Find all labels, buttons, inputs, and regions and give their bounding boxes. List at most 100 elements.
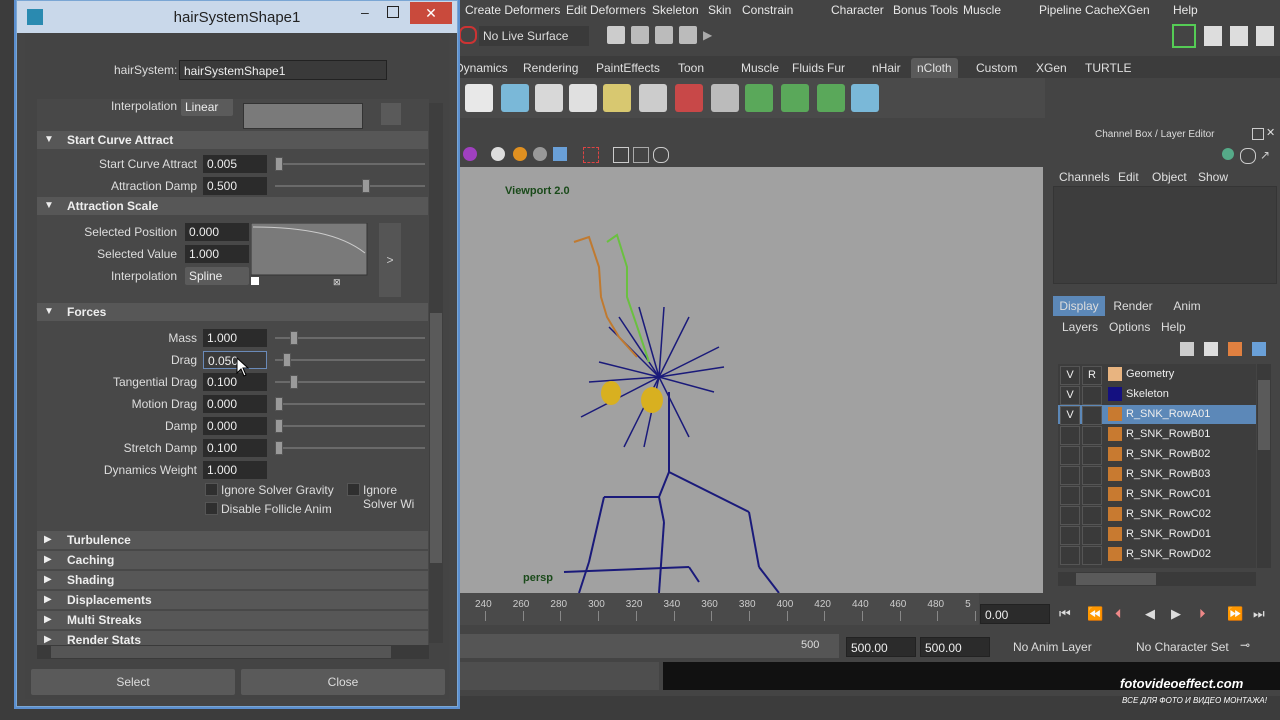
layer-menu-layers[interactable]: Layers bbox=[1062, 320, 1098, 334]
ramp-expand-button[interactable]: > bbox=[379, 223, 401, 297]
layer-hscroll-thumb[interactable] bbox=[1076, 573, 1156, 585]
menu-help[interactable]: Help bbox=[1173, 3, 1198, 17]
shelf-tab-fur[interactable]: Fur bbox=[827, 61, 845, 75]
menu-skeleton[interactable]: Skeleton bbox=[652, 3, 699, 17]
select-button[interactable]: Select bbox=[31, 669, 235, 695]
layer-list-scrollbar[interactable] bbox=[1257, 364, 1271, 568]
shelf-tab-turtle[interactable]: TURTLE bbox=[1085, 61, 1131, 75]
section-shading[interactable]: ▶ Shading bbox=[37, 571, 428, 589]
layer-visibility-toggle[interactable] bbox=[1060, 446, 1080, 465]
force-slider-knob[interactable] bbox=[282, 353, 291, 367]
layer-reference-toggle[interactable] bbox=[1082, 446, 1102, 465]
grid-icon[interactable] bbox=[633, 147, 649, 163]
force-slider-knob[interactable] bbox=[290, 375, 298, 389]
channel-box-icon[interactable] bbox=[1256, 26, 1274, 46]
ae-scroll-thumb[interactable] bbox=[430, 313, 442, 563]
viewport-persp[interactable]: Viewport 2.0 persp bbox=[459, 167, 1043, 593]
shelf-tab-nhair[interactable]: nHair bbox=[872, 61, 901, 75]
material-icon[interactable] bbox=[463, 147, 477, 161]
constraint-icon-2[interactable] bbox=[675, 84, 703, 112]
layer-color-swatch[interactable] bbox=[1108, 427, 1122, 441]
force-slider[interactable] bbox=[275, 359, 425, 361]
layer-visibility-toggle[interactable] bbox=[1060, 526, 1080, 545]
layer-reference-toggle[interactable] bbox=[1082, 466, 1102, 485]
section-attraction-scale[interactable]: ▼ Attraction Scale bbox=[37, 197, 428, 215]
menu-pipeline-cache[interactable]: Pipeline Cache bbox=[1039, 3, 1120, 17]
channel-menu-edit[interactable]: Edit bbox=[1118, 170, 1139, 184]
shelf-tab-rendering[interactable]: Rendering bbox=[523, 61, 578, 75]
menu-create-deformers[interactable]: Create Deformers bbox=[465, 3, 560, 17]
force-value-field[interactable]: 1.000 bbox=[203, 329, 267, 347]
command-line[interactable] bbox=[459, 662, 659, 690]
magnet-icon[interactable] bbox=[459, 26, 477, 44]
shelf-tab-ncloth[interactable]: nCloth bbox=[911, 58, 958, 78]
selected-value-field[interactable]: 1.000 bbox=[185, 245, 249, 263]
step-back-key-icon[interactable]: ⏪ bbox=[1087, 606, 1103, 622]
layer-scroll-thumb[interactable] bbox=[1258, 380, 1270, 450]
range-end-a[interactable]: 500.00 bbox=[846, 637, 916, 657]
layer-menu-options[interactable]: Options bbox=[1109, 320, 1150, 334]
hairsystem-name-field[interactable]: hairSystemShape1 bbox=[179, 60, 387, 80]
layer-row[interactable]: V R_SNK_RowA01 bbox=[1058, 405, 1256, 425]
layer-reference-toggle[interactable] bbox=[1082, 546, 1102, 565]
window-close-icon[interactable]: ✕ bbox=[410, 2, 452, 24]
layer-color-swatch[interactable] bbox=[1108, 387, 1122, 401]
interpolation-dropdown[interactable]: Spline bbox=[185, 267, 249, 285]
layer-reference-toggle[interactable] bbox=[1082, 426, 1102, 445]
layer-menu-help[interactable]: Help bbox=[1161, 320, 1186, 334]
layer-row[interactable]: R_SNK_RowB02 bbox=[1058, 445, 1256, 465]
layer-reference-toggle[interactable] bbox=[1082, 406, 1102, 425]
channel-menu-channels[interactable]: Channels bbox=[1059, 170, 1110, 184]
ae-horizontal-scrollbar[interactable] bbox=[37, 645, 429, 659]
attraction-damp-slider[interactable] bbox=[275, 185, 425, 187]
time-slider[interactable]: 240 260 280 300 320 340 360 380 400 420 440 460 480 5 bbox=[459, 593, 979, 625]
layer-row[interactable]: R_SNK_RowC01 bbox=[1058, 485, 1256, 505]
layer-visibility-toggle[interactable] bbox=[1060, 466, 1080, 485]
step-forward-key-icon[interactable]: ⏩ bbox=[1227, 606, 1243, 622]
section-start-curve-attract[interactable]: ▼ Start Curve Attract bbox=[37, 131, 428, 149]
wireframe-icon[interactable] bbox=[613, 147, 629, 163]
menu-bonus-tools[interactable]: Bonus Tools bbox=[893, 3, 958, 17]
character-set-dropdown[interactable]: No Character Set bbox=[1136, 640, 1229, 654]
shelf-tab-custom[interactable]: Custom bbox=[976, 61, 1017, 75]
section-multi-streaks[interactable]: ▶ Multi Streaks bbox=[37, 611, 428, 629]
layer-visibility-toggle[interactable]: V bbox=[1060, 406, 1080, 425]
force-slider-knob[interactable] bbox=[275, 441, 283, 455]
ae-hscroll-thumb[interactable] bbox=[51, 646, 391, 658]
constraint-icon-1[interactable] bbox=[639, 84, 667, 112]
disable-follicle-anim-checkbox[interactable] bbox=[205, 502, 218, 515]
shelf-tab-painteffects[interactable]: PaintEffects bbox=[596, 61, 660, 75]
layer-visibility-toggle[interactable] bbox=[1060, 506, 1080, 525]
force-slider-knob[interactable] bbox=[275, 397, 283, 411]
tool-settings-icon[interactable] bbox=[1230, 26, 1248, 46]
menu-xgen[interactable]: XGen bbox=[1119, 3, 1150, 17]
layer-row[interactable]: V Skeleton bbox=[1058, 385, 1256, 405]
force-slider-knob[interactable] bbox=[275, 419, 283, 433]
shelf-tab-muscle[interactable]: Muscle bbox=[741, 61, 779, 75]
play-forwards-icon[interactable]: ▶ bbox=[1171, 606, 1181, 622]
go-to-end-icon[interactable]: ⏭ bbox=[1253, 606, 1265, 622]
start-curve-attract-knob[interactable] bbox=[275, 157, 283, 171]
shaded-icon[interactable] bbox=[491, 147, 505, 161]
layer-reference-toggle[interactable] bbox=[1082, 506, 1102, 525]
character-skeleton[interactable] bbox=[459, 167, 1043, 593]
layer-row[interactable]: R_SNK_RowB03 bbox=[1058, 465, 1256, 485]
menu-muscle[interactable]: Muscle bbox=[963, 3, 1001, 17]
arrow-icon[interactable]: ▶ bbox=[703, 28, 713, 42]
layer-reference-toggle[interactable]: R bbox=[1082, 366, 1102, 385]
section-displacements[interactable]: ▶ Displacements bbox=[37, 591, 428, 609]
start-curve-attract-field[interactable]: 0.005 bbox=[203, 155, 267, 173]
anim-layer-dropdown[interactable]: No Anim Layer bbox=[1013, 640, 1092, 654]
ncloth-cache-icon[interactable] bbox=[603, 84, 631, 112]
layer-tab-render[interactable]: Render bbox=[1107, 296, 1159, 316]
top-ramp[interactable] bbox=[243, 103, 363, 129]
maximize-icon[interactable] bbox=[387, 6, 399, 18]
live-surface-field[interactable]: No Live Surface bbox=[479, 26, 589, 46]
constraint-icon-6[interactable] bbox=[817, 84, 845, 112]
constraint-icon-5[interactable] bbox=[781, 84, 809, 112]
channel-options-icon[interactable] bbox=[1240, 148, 1256, 164]
menu-constrain[interactable]: Constrain bbox=[742, 3, 793, 17]
menu-skin[interactable]: Skin bbox=[708, 3, 731, 17]
layer-visibility-toggle[interactable] bbox=[1060, 486, 1080, 505]
layer-color-swatch[interactable] bbox=[1108, 527, 1122, 541]
